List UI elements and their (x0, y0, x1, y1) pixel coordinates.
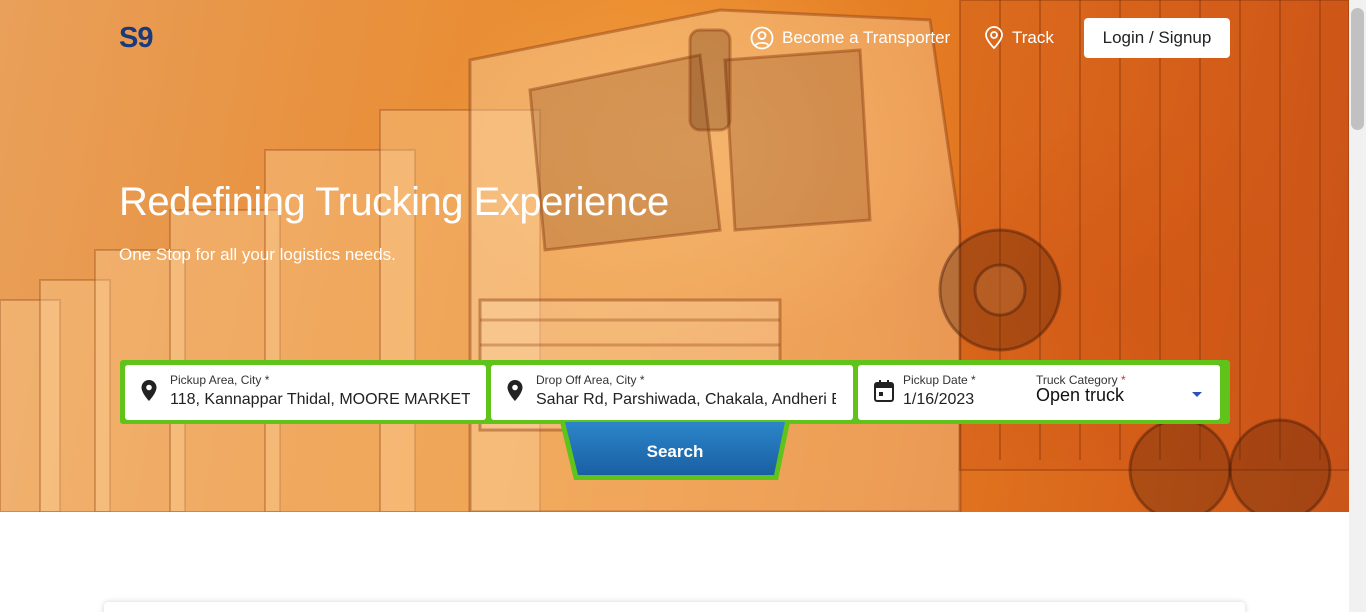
hero-subtitle: One Stop for all your logistics needs. (119, 245, 396, 264)
track-link[interactable]: Track (984, 25, 1054, 51)
become-transporter-link[interactable]: Become a Transporter (750, 25, 950, 51)
become-transporter-label: Become a Transporter (782, 28, 951, 47)
login-signup-button[interactable]: Login / Signup (1084, 18, 1230, 58)
pickup-date-label: Pickup Date * (903, 373, 976, 387)
user-circle-icon (750, 26, 774, 50)
map-pin-icon (985, 26, 1003, 50)
calendar-icon[interactable] (874, 380, 894, 402)
dropoff-label: Drop Off Area, City * (536, 373, 645, 387)
caret-down-icon[interactable] (1191, 391, 1203, 399)
pickup-date-input[interactable] (903, 389, 1023, 411)
vertical-scrollbar[interactable] (1349, 0, 1366, 612)
page: S9 Become a Transporter Track Login / Si… (0, 0, 1366, 612)
dropoff-input[interactable] (536, 389, 836, 411)
pickup-input[interactable] (170, 389, 470, 411)
location-pin-icon (141, 380, 157, 401)
search-button-shape (560, 422, 790, 480)
hero-title: Redefining Trucking Experience (119, 180, 669, 224)
pickup-label: Pickup Area, City * (170, 373, 270, 387)
location-pin-icon (507, 380, 523, 401)
dropoff-field[interactable]: Drop Off Area, City * (491, 365, 853, 420)
hero-banner: S9 Become a Transporter Track Login / Si… (0, 0, 1349, 512)
search-bar: Pickup Area, City * Drop Off Area, City … (120, 360, 1230, 424)
content-card (104, 602, 1245, 612)
date-category-field: Pickup Date * Truck Category * Open truc… (858, 365, 1220, 420)
truck-category-select[interactable]: Open truck (1036, 385, 1124, 406)
site-logo[interactable]: S9 (119, 22, 153, 55)
pickup-field[interactable]: Pickup Area, City * (125, 365, 486, 420)
scrollbar-thumb[interactable] (1351, 8, 1364, 130)
search-button[interactable]: Search (560, 422, 790, 482)
track-label: Track (1012, 28, 1054, 47)
